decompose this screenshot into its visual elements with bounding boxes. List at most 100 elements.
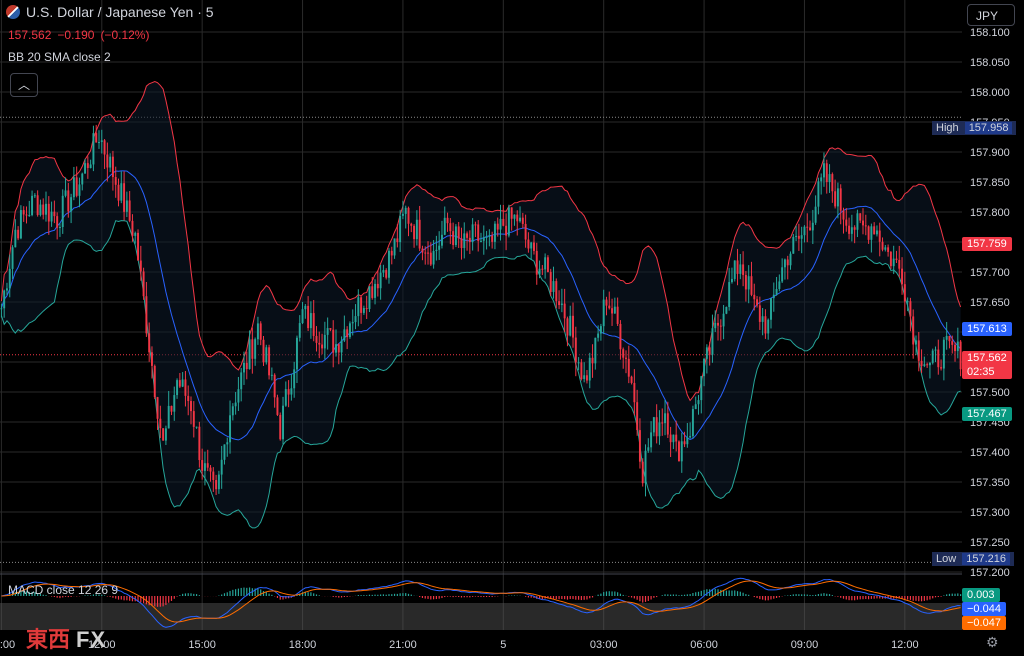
candle-body: [245, 362, 248, 369]
chevron-up-icon[interactable]: ︿: [10, 73, 38, 97]
candle-body: [572, 315, 574, 338]
candle-body: [22, 210, 25, 215]
x-tick-label: 09:00: [0, 639, 15, 651]
candle-body: [142, 271, 145, 297]
candle-body: [17, 229, 20, 239]
candle-body: [348, 323, 351, 338]
candle-body: [114, 177, 117, 185]
candle-body: [499, 218, 502, 230]
candle-body: [772, 294, 775, 299]
candle-body: [705, 347, 708, 359]
candle-body: [270, 374, 273, 376]
candle-body: [31, 195, 34, 216]
candle-body: [98, 142, 100, 144]
candle-body: [337, 344, 340, 353]
candle-body: [282, 405, 284, 440]
candle-body: [421, 248, 424, 253]
macd-legend[interactable]: MACD close 12 26 9: [8, 583, 118, 597]
candle-body: [212, 471, 215, 480]
candle-body: [901, 268, 904, 285]
candle-body: [616, 306, 619, 324]
candle-body: [340, 340, 343, 353]
candle-body: [164, 428, 167, 441]
candle-body: [463, 233, 466, 249]
candle-body: [368, 286, 371, 309]
candle-body: [81, 173, 84, 185]
candle-body: [454, 226, 457, 245]
x-tick-label: 15:00: [188, 639, 216, 651]
candle-body: [61, 195, 64, 227]
candle-body: [786, 259, 789, 266]
candle-body: [920, 360, 923, 366]
bollinger-bands: [0, 80, 962, 529]
candle-body: [817, 181, 820, 207]
y-tick-label: 157.850: [970, 177, 1010, 189]
candle-body: [237, 389, 240, 403]
candle-body: [552, 281, 555, 292]
candle-body: [750, 276, 753, 295]
candle-body: [842, 210, 845, 220]
candle-body: [834, 191, 837, 207]
candle-body: [438, 245, 441, 250]
candle-body: [457, 226, 460, 239]
candle-body: [413, 225, 416, 240]
candle-body: [546, 257, 549, 273]
candle-body: [156, 397, 159, 419]
y-tick-label: 158.000: [970, 87, 1010, 99]
candle-body: [948, 335, 951, 342]
candle-body: [474, 224, 477, 226]
candle-body: [410, 223, 413, 226]
candle-body: [254, 339, 257, 359]
candle-body: [251, 339, 254, 359]
candle-body: [611, 308, 614, 314]
candle-body: [117, 184, 120, 201]
candle-body: [259, 323, 262, 340]
candle-body: [332, 329, 335, 353]
candle-body: [625, 357, 627, 359]
candle-body: [374, 283, 377, 298]
candle-body: [312, 313, 315, 336]
candle-body: [764, 316, 767, 334]
high-value: 157.958: [964, 122, 1013, 134]
candle-body: [170, 405, 173, 412]
indicator-legend[interactable]: BB 20 SMA close 2: [8, 50, 111, 64]
candle-body: [694, 404, 697, 410]
candle-body: [864, 225, 867, 227]
candle-body: [137, 232, 140, 261]
candle-body: [541, 268, 544, 270]
candle-body: [309, 313, 312, 329]
candle-body: [683, 441, 686, 445]
title-text: U.S. Dollar / Japanese Yen · 5: [26, 4, 214, 20]
candle-body: [8, 268, 11, 289]
candle-body: [789, 253, 792, 266]
candle-body: [599, 326, 602, 334]
candle-body: [934, 349, 937, 351]
candle-body: [223, 444, 226, 460]
signal-line-tag: −0.047: [962, 616, 1006, 630]
candle-body: [407, 207, 410, 224]
candle-body: [700, 376, 703, 401]
low-label: Low: [936, 553, 957, 565]
candle-body: [940, 367, 943, 369]
candle-body: [229, 415, 232, 443]
gear-icon[interactable]: ⚙: [986, 634, 999, 651]
candle-body: [647, 447, 650, 451]
candle-body: [362, 308, 365, 313]
candle-body: [951, 341, 954, 345]
candle-body: [739, 264, 742, 274]
candle-body: [39, 204, 42, 215]
high-tag: High 157.958: [932, 121, 1017, 135]
candle-body: [58, 226, 61, 228]
candle-body: [917, 340, 920, 361]
symbol-title[interactable]: U.S. Dollar / Japanese Yen · 5: [6, 4, 214, 20]
candle-body: [923, 364, 926, 366]
candle-body: [655, 417, 658, 437]
price-change: −0.190: [57, 28, 95, 42]
candle-body: [28, 215, 31, 217]
y-tick-label: 158.100: [970, 27, 1010, 39]
currency-button[interactable]: JPY: [967, 4, 1015, 26]
candle-body: [825, 163, 828, 183]
price-chart[interactable]: 158.100158.050158.000157.950157.900157.8…: [0, 0, 1024, 656]
candle-body: [89, 164, 92, 169]
candle-body: [488, 235, 491, 237]
